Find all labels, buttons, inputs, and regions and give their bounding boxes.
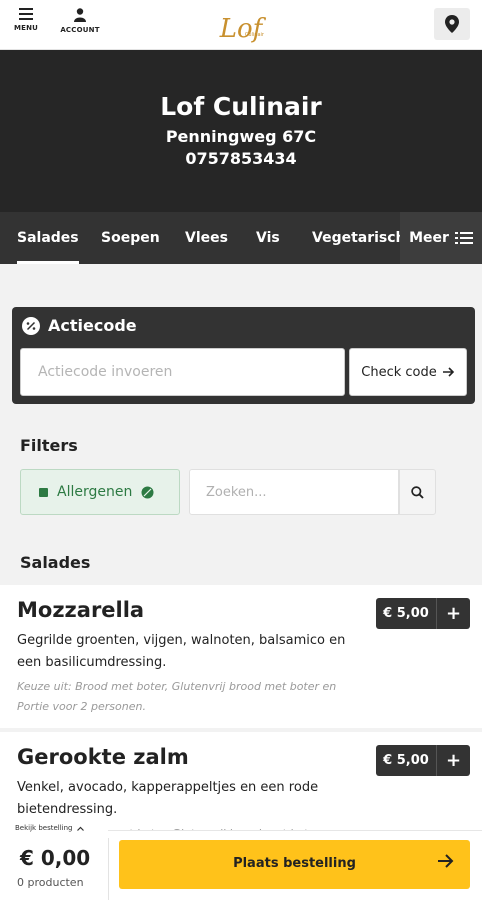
tab-vlees[interactable]: Vlees bbox=[185, 212, 228, 264]
restaurant-phone[interactable]: 0757853434 bbox=[0, 149, 482, 168]
user-icon bbox=[74, 8, 86, 22]
restaurant-header: Lof Culinair Penningweg 67C 0757853434 bbox=[0, 50, 482, 212]
plus-icon: + bbox=[445, 750, 462, 771]
tab-more-label: Meer bbox=[409, 230, 449, 246]
cart-count: 0 producten bbox=[17, 876, 84, 889]
product-description: Gegrilde groenten, vijgen, walnoten, bal… bbox=[17, 633, 346, 670]
add-to-cart-button[interactable]: € 5,00 + bbox=[376, 598, 470, 629]
allergens-label: Allergenen bbox=[57, 484, 133, 500]
tab-more-button[interactable]: Meer bbox=[400, 212, 482, 264]
divider bbox=[108, 838, 109, 900]
check-code-label: Check code bbox=[361, 364, 437, 380]
product-price: € 5,00 bbox=[383, 606, 429, 621]
search-input[interactable] bbox=[189, 469, 399, 515]
promo-title-text: Actiecode bbox=[48, 316, 137, 335]
menu-label: MENU bbox=[13, 24, 39, 32]
list-icon bbox=[454, 232, 473, 244]
product-name: Gerookte zalm bbox=[17, 745, 189, 769]
plus-icon: + bbox=[445, 603, 462, 624]
view-order-toggle[interactable]: Bekijk bestelling bbox=[0, 820, 108, 836]
discount-icon bbox=[22, 316, 40, 335]
checkbox-icon bbox=[39, 487, 48, 497]
restaurant-name: Lof Culinair bbox=[160, 92, 322, 121]
product-choices: Keuze uit: Brood met boter, Glutenvrij b… bbox=[17, 680, 337, 713]
arrow-right-icon bbox=[438, 854, 454, 868]
logo-text: Lof bbox=[219, 14, 263, 44]
cart-total: € 0,00 bbox=[20, 846, 91, 870]
top-bar: MENU ACCOUNT Lof Culinair bbox=[0, 0, 482, 50]
promo-code-box: Actiecode Check code bbox=[12, 307, 475, 404]
chevron-up-icon bbox=[76, 826, 84, 831]
location-button[interactable] bbox=[434, 8, 470, 40]
allergens-filter-button[interactable]: Allergenen bbox=[20, 469, 180, 515]
menu-button[interactable]: MENU bbox=[12, 8, 40, 32]
product-card[interactable]: Mozzarella Gegrilde groenten, vijgen, wa… bbox=[0, 585, 482, 728]
add-to-cart-button[interactable]: € 5,00 + bbox=[376, 745, 470, 776]
logo[interactable]: Lof Culinair bbox=[216, 4, 266, 42]
place-order-label: Plaats bestelling bbox=[233, 856, 356, 871]
check-code-button[interactable]: Check code bbox=[349, 348, 467, 396]
product-price: € 5,00 bbox=[383, 753, 429, 768]
place-order-button[interactable]: Plaats bestelling bbox=[119, 840, 470, 889]
logo-subtext: Culinair bbox=[244, 32, 264, 38]
leaf-icon bbox=[141, 486, 154, 498]
restaurant-address: Penningweg 67C bbox=[165, 127, 317, 146]
tab-vis[interactable]: Vis bbox=[256, 212, 280, 264]
promo-code-input[interactable] bbox=[20, 348, 345, 396]
account-button[interactable]: ACCOUNT bbox=[58, 8, 102, 34]
filters-title: Filters bbox=[20, 436, 78, 455]
tab-salades[interactable]: Salades bbox=[17, 212, 79, 264]
search-icon bbox=[411, 485, 424, 499]
tab-soepen[interactable]: Soepen bbox=[101, 212, 160, 264]
product-description: Venkel, avocado, kapperappeltjes en een … bbox=[17, 780, 319, 817]
section-title: Salades bbox=[20, 553, 91, 572]
promo-title: Actiecode bbox=[22, 316, 137, 335]
hamburger-icon bbox=[19, 8, 33, 20]
map-pin-icon bbox=[445, 15, 459, 33]
tab-vegetarisch[interactable]: Vegetarisch bbox=[312, 212, 406, 264]
category-tabs: Salades Soepen Vlees Vis Vegetarisch Mee… bbox=[0, 212, 482, 264]
arrow-right-icon bbox=[442, 367, 454, 377]
view-order-label: Bekijk bestelling bbox=[15, 824, 73, 832]
product-name: Mozzarella bbox=[17, 598, 145, 622]
search-button[interactable] bbox=[399, 469, 436, 515]
account-label: ACCOUNT bbox=[60, 26, 100, 34]
